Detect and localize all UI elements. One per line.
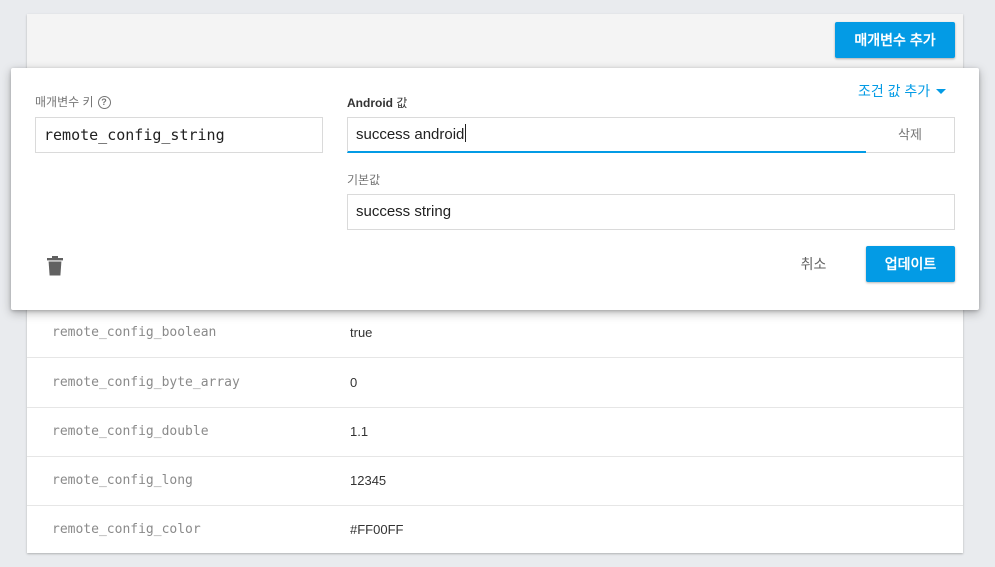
param-value: true (350, 325, 373, 340)
card-header: 매개변수 추가 (27, 14, 963, 74)
caret-down-icon (936, 89, 947, 94)
param-key: remote_config_boolean (52, 325, 217, 340)
param-value: 0 (350, 375, 358, 390)
add-parameter-button[interactable]: 매개변수 추가 (835, 22, 955, 58)
trash-icon[interactable] (47, 256, 63, 276)
default-value-text: success string (356, 203, 452, 220)
cancel-button[interactable]: 취소 (786, 246, 841, 282)
android-label-bold: Android (347, 96, 393, 110)
table-row[interactable]: remote_config_color #FF00FF (27, 505, 963, 554)
default-value-input[interactable]: success string (347, 194, 955, 230)
param-key-input[interactable]: remote_config_string (35, 117, 323, 153)
param-key-input-value: remote_config_string (44, 126, 225, 144)
delete-condition-value-button[interactable]: 삭제 (866, 117, 955, 153)
add-conditional-value-dropdown[interactable]: 조건 값 추가 (858, 81, 947, 101)
param-key-label-text: 매개변수 키 (35, 95, 94, 109)
param-key: remote_config_color (52, 522, 201, 537)
param-key: remote_config_double (52, 424, 209, 439)
parameter-edit-panel: 매개변수 키? remote_config_string Android 값 s… (11, 68, 979, 310)
table-row[interactable]: remote_config_long 12345 (27, 456, 963, 506)
text-cursor (465, 124, 467, 142)
android-value-input[interactable]: success android (347, 117, 867, 153)
android-label-suffix: 값 (393, 96, 408, 110)
param-value: #FF00FF (350, 522, 404, 537)
default-value-label: 기본값 (347, 173, 381, 187)
update-button[interactable]: 업데이트 (866, 246, 955, 282)
param-value: 12345 (350, 473, 387, 488)
android-value-text: success android (356, 126, 465, 143)
table-row[interactable]: remote_config_byte_array 0 (27, 358, 963, 408)
table-row[interactable]: remote_config_double 1.1 (27, 407, 963, 457)
android-value-label: Android 값 (347, 94, 407, 111)
param-key: remote_config_long (52, 473, 193, 488)
add-conditional-value-label: 조건 값 추가 (858, 83, 931, 99)
param-key: remote_config_byte_array (52, 375, 240, 390)
param-key-label: 매개변수 키? (35, 93, 111, 110)
help-icon[interactable]: ? (97, 96, 111, 109)
param-value: 1.1 (350, 424, 369, 439)
table-row[interactable]: remote_config_boolean true (27, 308, 963, 358)
